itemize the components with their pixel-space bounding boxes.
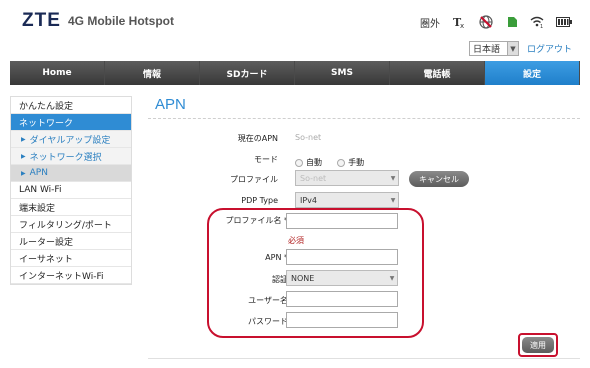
- page-title: APN: [155, 96, 186, 113]
- mode-auto-label: 自動: [306, 158, 322, 167]
- auth-label: 認証: [272, 275, 288, 284]
- sim-card-icon: [506, 14, 518, 30]
- triangle-right-icon: ▶: [21, 169, 26, 177]
- username-input[interactable]: [286, 291, 398, 307]
- roaming-icon: Tx: [452, 14, 466, 30]
- wifi-icon: 1: [530, 14, 544, 30]
- pdp-type-select[interactable]: IPv4 ▼: [295, 192, 399, 208]
- mode-manual-label: 手動: [348, 158, 365, 167]
- apn-input[interactable]: [286, 249, 398, 265]
- mode-auto-radio[interactable]: [295, 158, 303, 167]
- main-nav: Home 情報 SDカード SMS 電話帳 設定: [10, 61, 580, 85]
- mode-manual-radio[interactable]: [337, 158, 346, 167]
- chevron-down-icon: ▼: [506, 42, 518, 55]
- sidebar-item-filtering-port[interactable]: フィルタリング/ポート: [11, 216, 131, 233]
- title-divider: [148, 118, 580, 119]
- nav-sdcard[interactable]: SDカード: [200, 61, 295, 85]
- sidebar-item-network[interactable]: ネットワーク: [11, 114, 131, 131]
- apn-label: APN *: [265, 253, 288, 262]
- zte-logo: ZTE: [22, 10, 61, 31]
- mode-label: モード: [254, 155, 278, 164]
- auth-select-value: NONE: [291, 273, 315, 283]
- language-select[interactable]: 日本語 ▼: [468, 41, 519, 56]
- apply-button[interactable]: 適用: [522, 337, 554, 353]
- sidebar-item-label: APN: [29, 168, 48, 178]
- sidebar-item-network-select[interactable]: ▶ ネットワーク選択: [11, 148, 131, 165]
- language-value: 日本語: [472, 45, 500, 55]
- language-row: 日本語 ▼ ログアウト: [468, 41, 572, 56]
- pdp-type-label: PDP Type: [241, 196, 278, 205]
- chevron-down-icon: ▼: [390, 196, 396, 204]
- profile-select[interactable]: So-net ▼: [295, 170, 399, 186]
- triangle-right-icon: ▶: [21, 152, 26, 160]
- no-network-globe-icon: [478, 14, 494, 30]
- page: ZTE 4G Mobile Hotspot 圏外 Tx 1 日本語 ▼ ログアウ…: [10, 0, 580, 368]
- pdp-type-select-value: IPv4: [300, 195, 318, 205]
- nav-phonebook[interactable]: 電話帳: [390, 61, 485, 85]
- mode-radio-group: 自動 手動: [295, 152, 374, 171]
- sidebar-item-lan-wifi[interactable]: LAN Wi-Fi: [11, 182, 131, 199]
- sidebar-item-internet-wifi[interactable]: インターネットWi-Fi: [11, 267, 131, 284]
- required-note: 必須: [288, 236, 304, 245]
- status-area: 圏外 Tx 1: [420, 12, 572, 32]
- cancel-button[interactable]: キャンセル: [409, 171, 469, 187]
- bottom-divider: [148, 358, 580, 359]
- profile-name-input[interactable]: [286, 213, 398, 229]
- svg-text:x: x: [460, 22, 464, 29]
- current-apn-value: So-net: [295, 133, 322, 142]
- nav-info[interactable]: 情報: [105, 61, 200, 85]
- nav-home[interactable]: Home: [10, 61, 105, 85]
- password-label: パスワード: [248, 317, 288, 326]
- battery-icon: [556, 14, 572, 30]
- profile-select-value: So-net: [300, 173, 327, 183]
- profile-name-label: プロファイル名 *: [225, 216, 288, 225]
- header: ZTE 4G Mobile Hotspot 圏外 Tx 1: [10, 0, 580, 40]
- sidebar-item-ethernet[interactable]: イーサネット: [11, 250, 131, 267]
- sidebar: かんたん設定 ネットワーク ▶ ダイヤルアップ設定 ▶ ネットワーク選択 ▶ A…: [10, 96, 132, 285]
- chevron-down-icon: ▼: [390, 174, 396, 182]
- triangle-right-icon: ▶: [21, 135, 26, 143]
- sidebar-item-label: ダイヤルアップ設定: [29, 135, 111, 146]
- logout-link[interactable]: ログアウト: [527, 42, 572, 55]
- chevron-down-icon: ▼: [389, 274, 395, 282]
- product-name: 4G Mobile Hotspot: [68, 14, 174, 28]
- sidebar-item-router-settings[interactable]: ルーター設定: [11, 233, 131, 250]
- sidebar-item-device-settings[interactable]: 端末設定: [11, 199, 131, 216]
- svg-text:1: 1: [540, 24, 543, 29]
- signal-status-text: 圏外: [420, 18, 440, 30]
- sidebar-item-quick-setup[interactable]: かんたん設定: [11, 97, 131, 114]
- sidebar-item-apn[interactable]: ▶ APN: [11, 165, 131, 182]
- auth-select[interactable]: NONE ▼: [286, 270, 398, 286]
- profile-label: プロファイル: [230, 175, 278, 184]
- sidebar-item-dialup[interactable]: ▶ ダイヤルアップ設定: [11, 131, 131, 148]
- sidebar-item-label: ネットワーク選択: [29, 152, 102, 163]
- username-label: ユーザー名: [248, 296, 288, 305]
- current-apn-label: 現在のAPN: [237, 134, 278, 143]
- nav-settings[interactable]: 設定: [485, 61, 580, 85]
- nav-sms[interactable]: SMS: [295, 61, 390, 85]
- password-input[interactable]: [286, 312, 398, 328]
